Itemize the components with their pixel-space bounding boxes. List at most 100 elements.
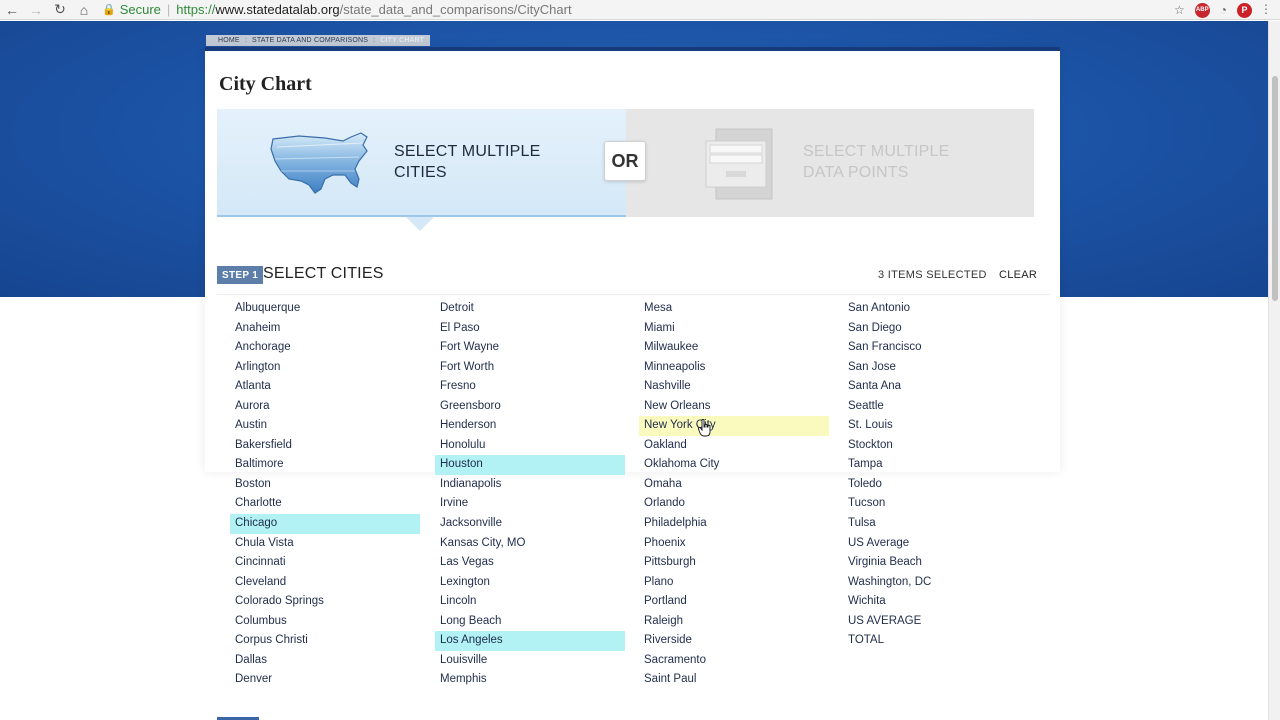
city-option[interactable]: Omaha [639, 475, 829, 495]
city-option[interactable]: Chula Vista [230, 534, 420, 554]
city-option[interactable]: Seattle [843, 397, 1033, 417]
city-option[interactable]: Austin [230, 416, 420, 436]
city-option[interactable]: Kansas City, MO [435, 534, 625, 554]
city-option[interactable]: Washington, DC [843, 573, 1033, 593]
city-option[interactable]: Corpus Christi [230, 631, 420, 651]
city-option[interactable]: Minneapolis [639, 358, 829, 378]
city-option[interactable]: Memphis [435, 670, 625, 690]
city-option[interactable]: Sacramento [639, 651, 829, 671]
clear-button[interactable]: CLEAR [999, 269, 1037, 281]
city-option[interactable]: Cincinnati [230, 553, 420, 573]
city-option[interactable]: Atlanta [230, 377, 420, 397]
city-option[interactable]: Wichita [843, 592, 1033, 612]
select-multiple-datapoints-option[interactable]: SELECT MULTIPLE DATA POINTS [626, 109, 1034, 217]
city-option[interactable]: San Jose [843, 358, 1033, 378]
pinterest-icon[interactable]: P [1237, 2, 1252, 18]
city-option[interactable]: Irvine [435, 494, 625, 514]
city-option[interactable]: Indianapolis [435, 475, 625, 495]
select-multiple-cities-option[interactable]: SELECT MULTIPLE CITIES [217, 109, 626, 217]
breadcrumb-section[interactable]: STATE DATA AND COMPARISONS [252, 37, 368, 44]
address-bar[interactable]: 🔒 Secure | https:// www.statedatalab.org… [102, 0, 572, 20]
city-option[interactable]: New Orleans [639, 397, 829, 417]
city-option[interactable]: Fort Worth [435, 358, 625, 378]
city-option[interactable]: Aurora [230, 397, 420, 417]
city-option[interactable]: Anchorage [230, 338, 420, 358]
bookmark-star-icon[interactable]: ☆ [1174, 3, 1185, 17]
city-option[interactable]: Colorado Springs [230, 592, 420, 612]
city-option[interactable]: US Average [843, 534, 1033, 554]
city-option[interactable]: Long Beach [435, 612, 625, 632]
file-cabinet-icon [705, 128, 773, 200]
back-arrow-icon[interactable]: ← [0, 0, 24, 20]
city-option[interactable]: Phoenix [639, 534, 829, 554]
city-option[interactable]: Mesa [639, 299, 829, 319]
city-option[interactable]: Plano [639, 573, 829, 593]
city-option[interactable]: Cleveland [230, 573, 420, 593]
reload-icon[interactable]: ↻ [48, 0, 72, 20]
city-option[interactable]: Columbus [230, 612, 420, 632]
city-option[interactable]: Louisville [435, 651, 625, 671]
city-option[interactable]: Orlando [639, 494, 829, 514]
city-option[interactable]: Riverside [639, 631, 829, 651]
city-option[interactable]: St. Louis [843, 416, 1033, 436]
city-option[interactable]: Pittsburgh [639, 553, 829, 573]
adblock-icon[interactable]: ABP [1194, 2, 1210, 18]
city-option[interactable]: Greensboro [435, 397, 625, 417]
speed-gauge-icon[interactable]: ◔ [1220, 3, 1227, 17]
city-option[interactable]: Baltimore [230, 455, 420, 475]
step-divider [217, 294, 1050, 295]
city-option[interactable]: Saint Paul [639, 670, 829, 690]
city-option[interactable]: Miami [639, 319, 829, 339]
city-option[interactable]: San Francisco [843, 338, 1033, 358]
city-option[interactable]: Chicago [230, 514, 420, 534]
city-option[interactable]: Dallas [230, 651, 420, 671]
home-icon[interactable]: ⌂ [72, 0, 96, 20]
city-option[interactable]: Henderson [435, 416, 625, 436]
city-option[interactable]: Lexington [435, 573, 625, 593]
city-option[interactable]: Nashville [639, 377, 829, 397]
city-option[interactable]: Oakland [639, 436, 829, 456]
city-option[interactable]: Oklahoma City [639, 455, 829, 475]
city-option[interactable]: Arlington [230, 358, 420, 378]
city-option[interactable]: Philadelphia [639, 514, 829, 534]
city-option[interactable]: US AVERAGE [843, 612, 1033, 632]
url-scheme: https:// [176, 2, 216, 17]
city-option[interactable]: Boston [230, 475, 420, 495]
city-option[interactable]: Tucson [843, 494, 1033, 514]
city-option[interactable]: Milwaukee [639, 338, 829, 358]
city-option[interactable]: New York City [639, 416, 829, 436]
city-option[interactable]: Toledo [843, 475, 1033, 495]
city-option[interactable]: Virginia Beach [843, 553, 1033, 573]
city-option[interactable]: Las Vegas [435, 553, 625, 573]
city-option[interactable]: Fresno [435, 377, 625, 397]
breadcrumb-home[interactable]: HOME [218, 37, 240, 44]
step-header: STEP 1 SELECT CITIES 3 ITEMS SELECTED CL… [217, 263, 1047, 293]
city-option[interactable]: Tulsa [843, 514, 1033, 534]
city-option[interactable]: Raleigh [639, 612, 829, 632]
city-option[interactable]: Albuquerque [230, 299, 420, 319]
city-option[interactable]: TOTAL [843, 631, 1033, 651]
city-option[interactable]: Santa Ana [843, 377, 1033, 397]
city-option[interactable]: Stockton [843, 436, 1033, 456]
city-option[interactable]: Charlotte [230, 494, 420, 514]
city-option[interactable]: Fort Wayne [435, 338, 625, 358]
city-option[interactable]: Los Angeles [435, 631, 625, 651]
city-option[interactable]: Detroit [435, 299, 625, 319]
city-option[interactable]: San Antonio [843, 299, 1033, 319]
browser-menu-icon[interactable]: ⋮ [1260, 2, 1272, 16]
city-option[interactable]: Bakersfield [230, 436, 420, 456]
page-scrollbar[interactable] [1268, 21, 1280, 720]
city-option[interactable]: Lincoln [435, 592, 625, 612]
scrollbar-thumb[interactable] [1272, 76, 1278, 301]
secure-label: Secure [119, 2, 161, 17]
city-option[interactable]: Anaheim [230, 319, 420, 339]
city-option[interactable]: Tampa [843, 455, 1033, 475]
city-option[interactable]: San Diego [843, 319, 1033, 339]
city-option[interactable]: Portland [639, 592, 829, 612]
forward-arrow-icon[interactable]: → [24, 0, 48, 20]
city-option[interactable]: Denver [230, 670, 420, 690]
city-option[interactable]: Honolulu [435, 436, 625, 456]
city-option[interactable]: Jacksonville [435, 514, 625, 534]
city-option[interactable]: Houston [435, 455, 625, 475]
city-option[interactable]: El Paso [435, 319, 625, 339]
